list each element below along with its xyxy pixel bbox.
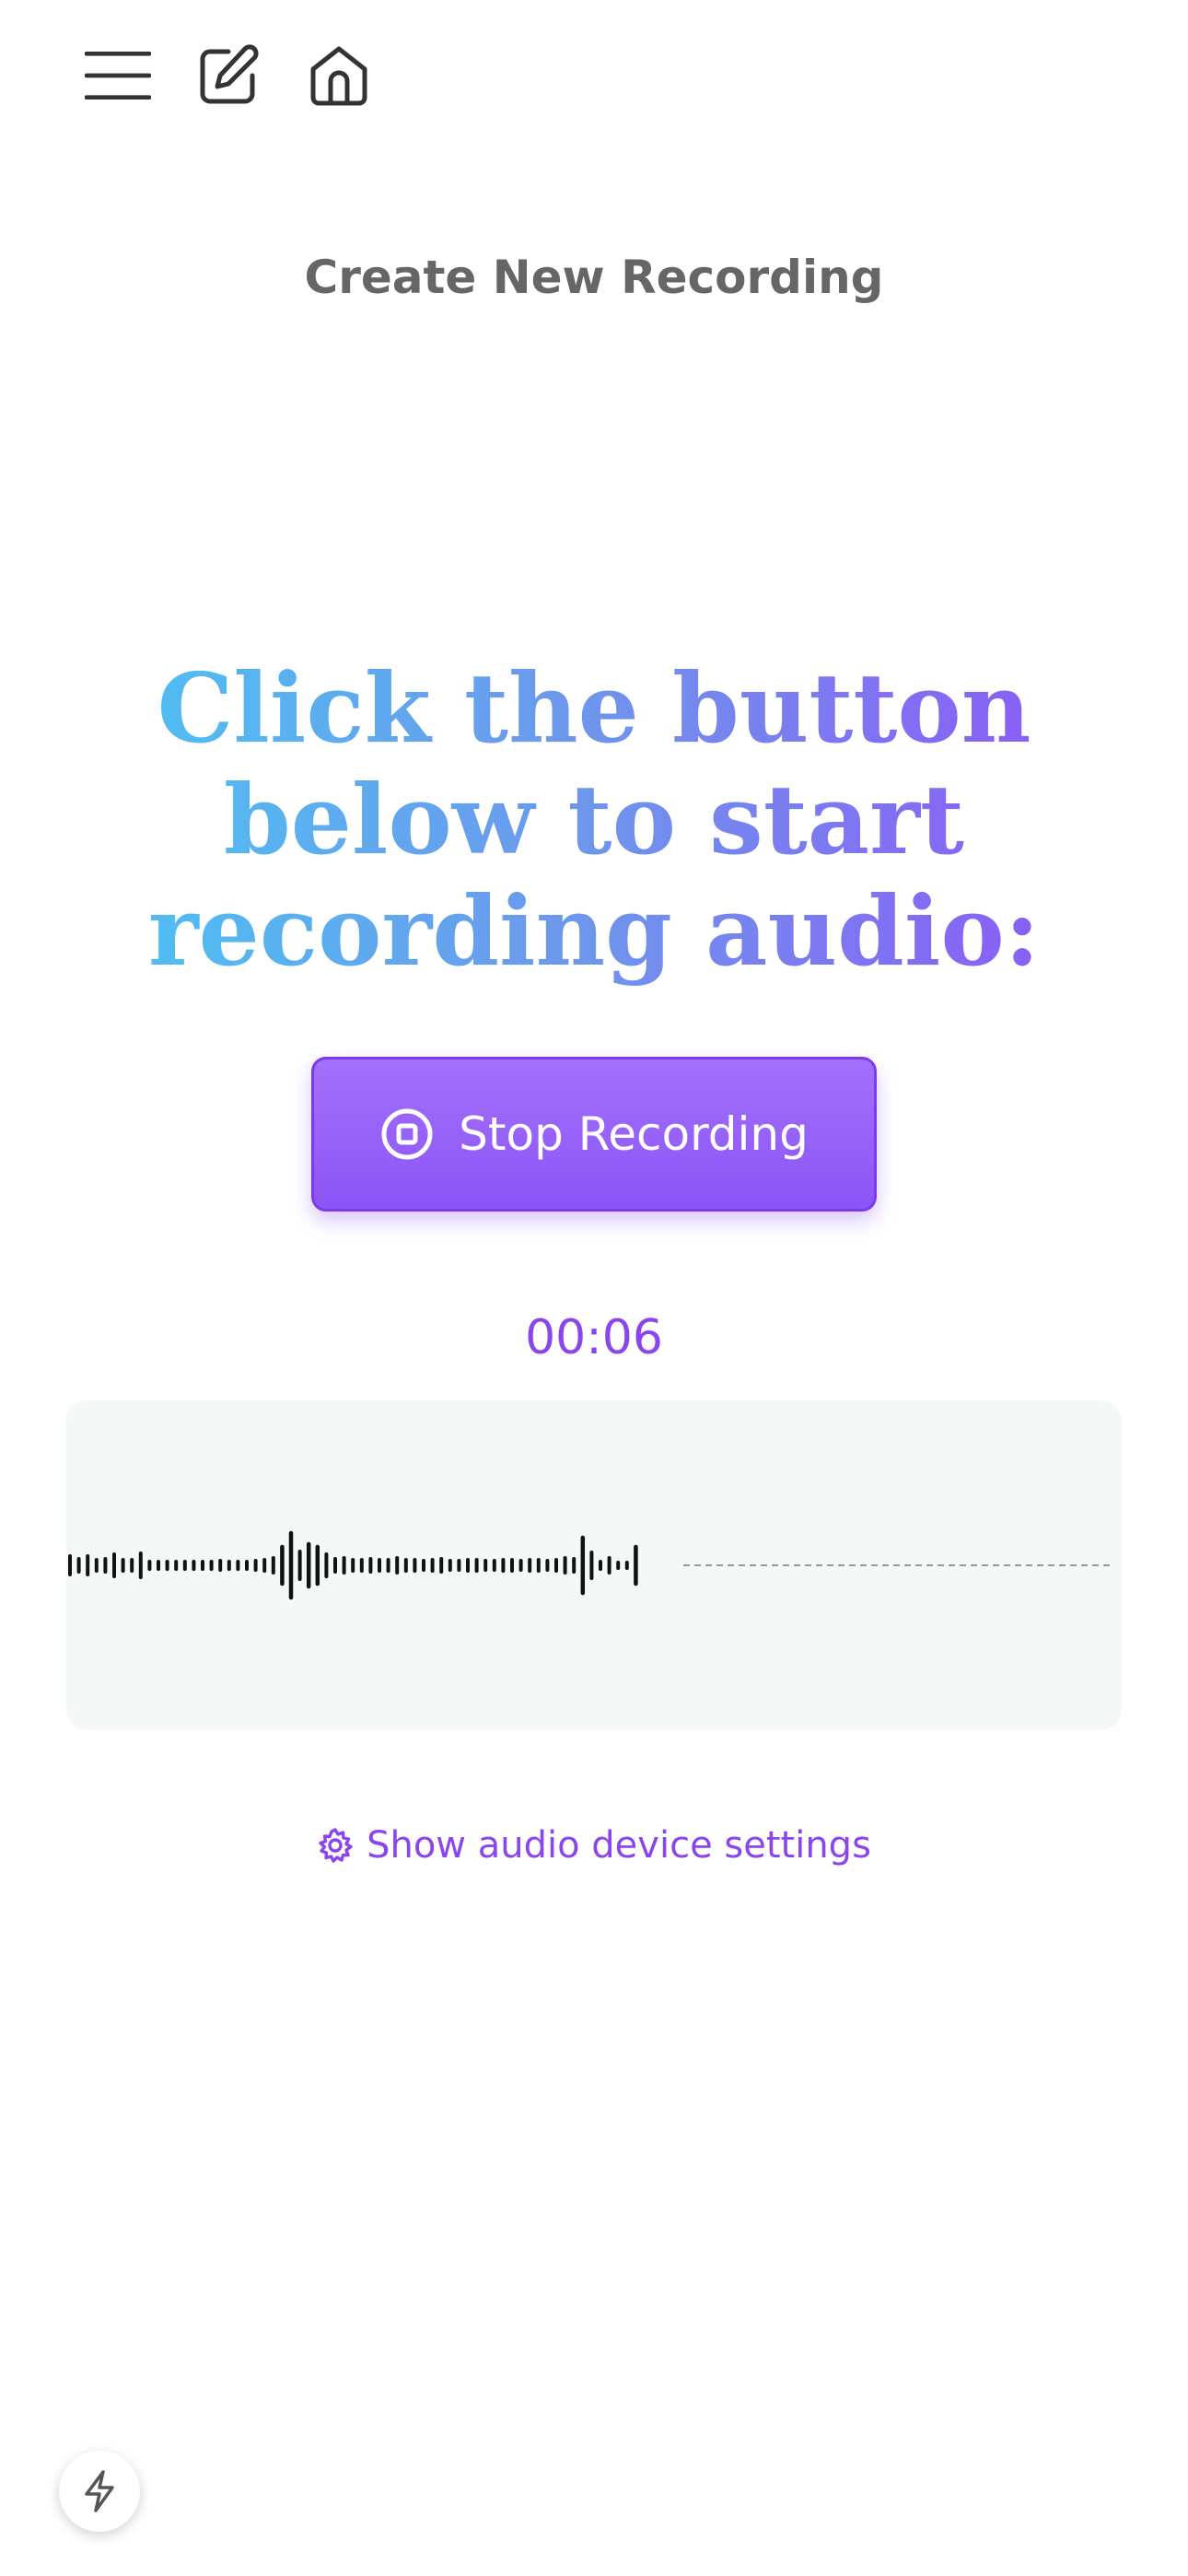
top-nav: [85, 42, 372, 109]
new-recording-button[interactable]: [195, 42, 262, 109]
elapsed-time: 00:06: [525, 1310, 663, 1365]
menu-icon: [85, 51, 151, 100]
home-icon: [310, 46, 367, 106]
waveform-display: [68, 1530, 1112, 1600]
stop-circle-icon: [381, 1108, 433, 1160]
audio-device-settings-link[interactable]: Show audio device settings: [0, 1824, 1188, 1867]
stop-recording-label: Stop Recording: [459, 1107, 809, 1161]
quick-action-button[interactable]: [59, 2451, 140, 2532]
edit-icon: [200, 44, 259, 104]
page-title: Create New Recording: [304, 251, 884, 304]
prompt-line-3: recording audio:: [147, 874, 1041, 988]
audio-device-settings-label: Show audio device settings: [367, 1824, 871, 1867]
stop-recording-button[interactable]: Stop Recording: [311, 1057, 877, 1212]
prompt-line-2: below to start: [224, 763, 964, 876]
bolt-icon: [85, 2470, 114, 2512]
menu-button[interactable]: [85, 42, 151, 109]
gear-icon: [319, 1828, 353, 1863]
recording-prompt: Click the button below to start recordin…: [129, 652, 1059, 987]
prompt-line-1: Click the button: [157, 651, 1031, 765]
home-button[interactable]: [306, 42, 372, 109]
waveform-panel: [66, 1400, 1122, 1730]
